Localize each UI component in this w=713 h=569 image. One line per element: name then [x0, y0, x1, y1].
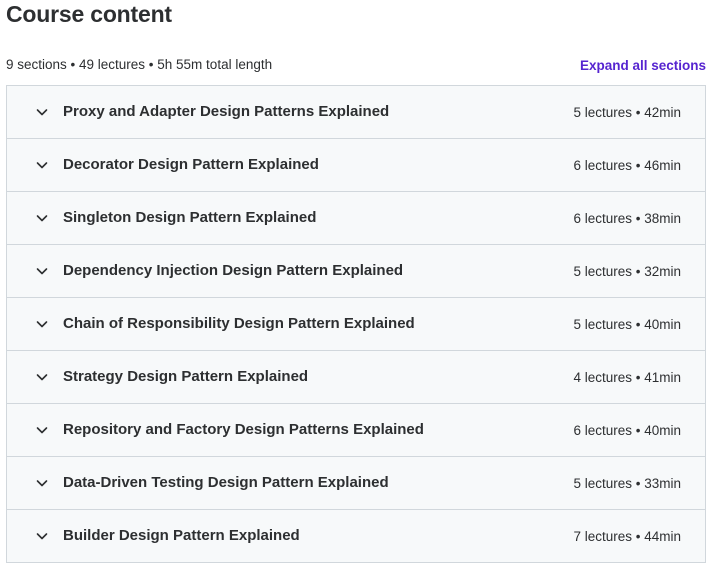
section-title: Data-Driven Testing Design Pattern Expla…: [63, 474, 389, 491]
section-title: Chain of Responsibility Design Pattern E…: [63, 315, 415, 332]
page-title: Course content: [6, 1, 172, 27]
section-item[interactable]: Strategy Design Pattern Explained 4 lect…: [7, 351, 705, 404]
section-meta: 7 lectures • 44min: [573, 529, 681, 544]
section-meta: 6 lectures • 38min: [573, 211, 681, 226]
section-item[interactable]: Repository and Factory Design Patterns E…: [7, 404, 705, 457]
section-meta: 5 lectures • 42min: [573, 105, 681, 120]
section-meta: 5 lectures • 32min: [573, 264, 681, 279]
section-title: Decorator Design Pattern Explained: [63, 156, 319, 173]
section-meta: 5 lectures • 33min: [573, 476, 681, 491]
section-title: Strategy Design Pattern Explained: [63, 368, 309, 385]
section-title: Repository and Factory Design Patterns E…: [63, 421, 424, 438]
course-summary: 9 sections • 49 lectures • 5h 55m total …: [6, 57, 273, 72]
chevron-down-icon: [36, 268, 48, 275]
chevron-down-icon: [36, 533, 48, 540]
section-title: Dependency Injection Design Pattern Expl…: [63, 262, 404, 279]
course-summary-row: 9 sections • 49 lectures • 5h 55m total …: [6, 55, 706, 75]
chevron-down-icon: [36, 109, 48, 116]
section-meta: 4 lectures • 41min: [573, 370, 681, 385]
section-item[interactable]: Dependency Injection Design Pattern Expl…: [7, 245, 705, 298]
section-meta: 5 lectures • 40min: [573, 317, 681, 332]
section-item[interactable]: Data-Driven Testing Design Pattern Expla…: [7, 457, 705, 510]
chevron-down-icon: [36, 427, 48, 434]
section-item[interactable]: Proxy and Adapter Design Patterns Explai…: [7, 86, 705, 139]
section-item[interactable]: Decorator Design Pattern Explained 6 lec…: [7, 139, 705, 192]
chevron-down-icon: [36, 321, 48, 328]
section-item[interactable]: Builder Design Pattern Explained 7 lectu…: [7, 510, 705, 563]
section-item[interactable]: Chain of Responsibility Design Pattern E…: [7, 298, 705, 351]
chevron-down-icon: [36, 374, 48, 381]
chevron-down-icon: [36, 162, 48, 169]
expand-all-sections-button[interactable]: Expand all sections: [580, 56, 706, 76]
section-title: Builder Design Pattern Explained: [63, 527, 300, 544]
section-title: Singleton Design Pattern Explained: [63, 209, 317, 226]
section-title: Proxy and Adapter Design Patterns Explai…: [63, 103, 390, 120]
section-meta: 6 lectures • 40min: [573, 423, 681, 438]
sections-list: Proxy and Adapter Design Patterns Explai…: [6, 85, 706, 563]
section-meta: 6 lectures • 46min: [573, 158, 681, 173]
section-item[interactable]: Singleton Design Pattern Explained 6 lec…: [7, 192, 705, 245]
chevron-down-icon: [36, 215, 48, 222]
chevron-down-icon: [36, 480, 48, 487]
